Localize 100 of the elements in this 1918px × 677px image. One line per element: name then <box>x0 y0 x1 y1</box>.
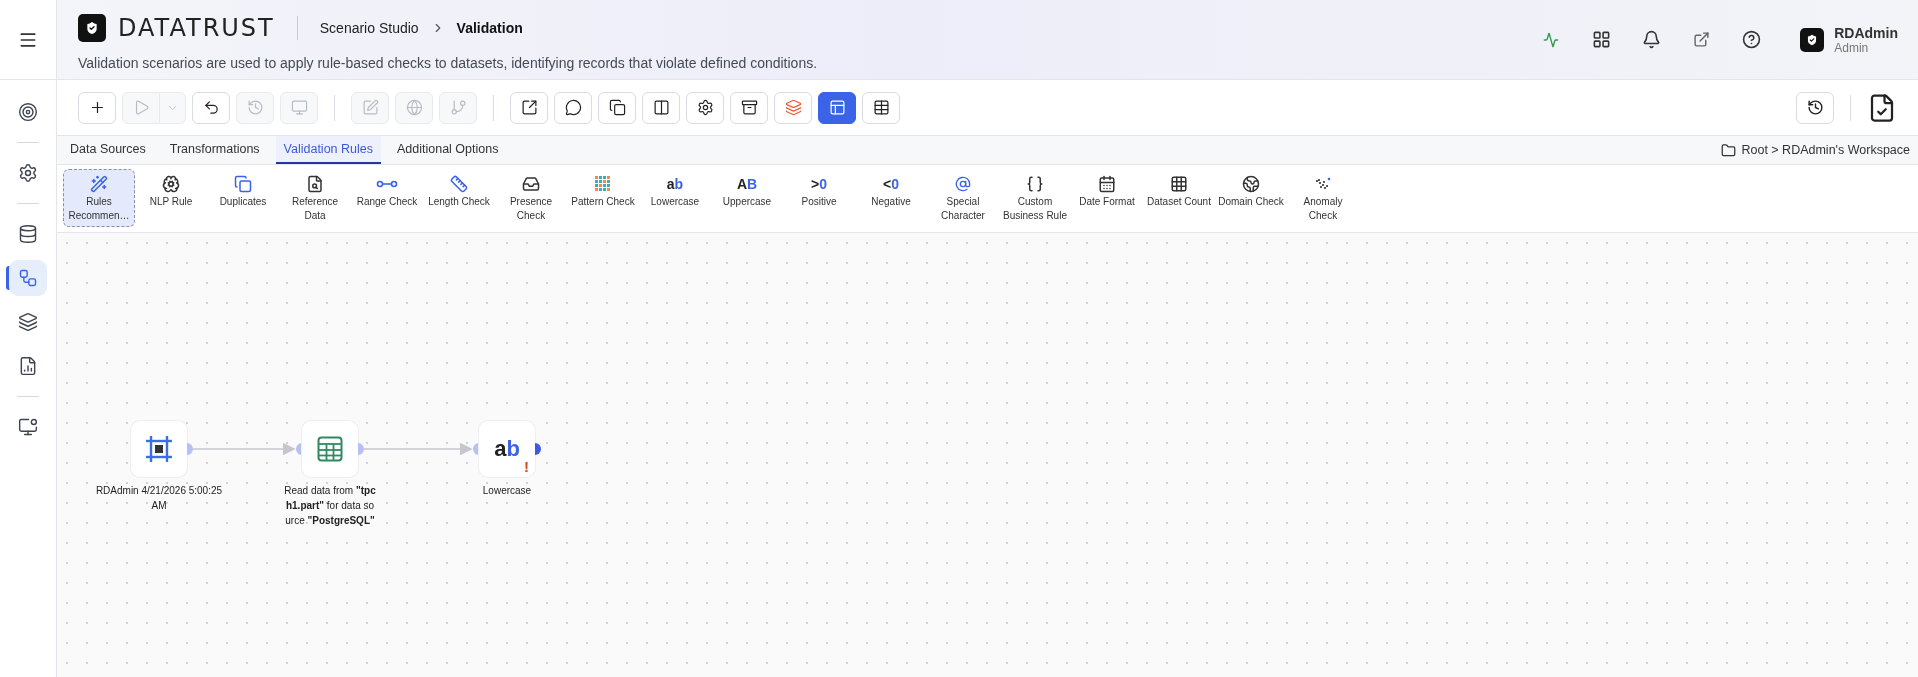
rule-item[interactable]: Pattern Check <box>567 169 639 227</box>
rule-item[interactable]: NLP Rule <box>135 169 207 227</box>
comment-button[interactable] <box>554 91 592 124</box>
archive-button[interactable] <box>730 91 768 124</box>
rule-item[interactable]: Range Check <box>351 169 423 227</box>
monitor-icon <box>290 99 308 116</box>
flow-node[interactable] <box>302 421 358 477</box>
monitor-icon <box>18 417 38 437</box>
flow-node[interactable] <box>131 421 187 477</box>
pencil-icon <box>361 99 379 116</box>
rule-label: Date Format <box>1079 195 1135 209</box>
rule-item[interactable]: Anomaly Check <box>1287 169 1359 227</box>
rule-label: Lowercase <box>650 195 700 209</box>
table-icon <box>872 99 890 116</box>
frame-icon <box>144 434 174 464</box>
flow-node[interactable]: ab ! <box>479 421 535 477</box>
layers-icon <box>784 99 802 116</box>
tab[interactable]: Data Sources <box>62 136 154 164</box>
rule-label: Length Check <box>428 195 490 209</box>
breadcrumb-link[interactable]: Scenario Studio <box>319 19 419 36</box>
rule-item[interactable]: Domain Check <box>1215 169 1287 227</box>
version-history-button[interactable] <box>1796 91 1834 124</box>
tab[interactable]: Transformations <box>161 136 268 164</box>
calendar-icon <box>1098 175 1116 193</box>
open-external-button[interactable] <box>510 91 548 124</box>
glyph-icon: <0 <box>883 175 899 193</box>
at-sign-icon <box>955 175 971 193</box>
breadcrumb-current: Validation <box>456 19 523 36</box>
output-port[interactable] <box>535 443 541 455</box>
rule-label: Presence Check <box>508 195 554 223</box>
branch-icon <box>449 99 467 116</box>
user-role: Admin <box>1834 40 1870 55</box>
copy-icon <box>234 175 252 193</box>
rule-item[interactable]: AB Uppercase <box>711 169 783 227</box>
rule-label: Custom Business Rule <box>1002 195 1068 223</box>
layout-button[interactable] <box>818 91 856 124</box>
rule-item[interactable]: Presence Check <box>495 169 567 227</box>
logo-text: DATATRUST <box>118 13 275 42</box>
rule-label: Pattern Check <box>571 195 635 209</box>
rule-item[interactable]: Date Format <box>1071 169 1143 227</box>
rule-label: Uppercase <box>722 195 772 209</box>
undo-icon <box>202 99 220 116</box>
glyph-icon: ab <box>666 175 684 193</box>
braces-icon <box>1026 175 1044 193</box>
logo-icon <box>78 13 106 42</box>
magic-wand-icon <box>90 175 108 193</box>
speech-bubble-icon <box>564 99 582 116</box>
node-label: RDAdmin 4/21/2026 5:00:25 AM <box>95 484 223 513</box>
settings-button[interactable] <box>686 91 724 124</box>
glyph-icon: >0 <box>811 175 827 193</box>
tab[interactable]: Validation Rules <box>275 136 381 164</box>
rule-label: Domain Check <box>1218 195 1284 209</box>
rule-label: Reference Data <box>290 195 340 223</box>
table-button[interactable] <box>862 91 900 124</box>
layout-icon <box>828 99 846 116</box>
rule-item[interactable]: ab Lowercase <box>639 169 711 227</box>
workflow-icon <box>18 268 38 288</box>
rule-label: Range Check <box>356 195 418 209</box>
rule-label: NLP Rule <box>149 195 193 209</box>
rule-label: Anomaly Check <box>1302 195 1344 223</box>
rule-item[interactable]: Reference Data <box>279 169 351 227</box>
gear-icon <box>18 163 38 183</box>
avatar-icon[interactable] <box>1800 27 1825 52</box>
archive-icon <box>740 99 758 116</box>
rule-item[interactable]: <0 Negative <box>855 169 927 227</box>
rule-label: Duplicates <box>219 195 267 209</box>
rule-label: Rules Recommen… <box>67 195 131 223</box>
rule-item[interactable]: Rules Recommen… <box>63 169 135 227</box>
user-name: RDAdmin <box>1834 24 1898 41</box>
workspace-path[interactable]: Root > RDAdmin's Workspace <box>1741 143 1910 157</box>
rule-item[interactable]: Duplicates <box>207 169 279 227</box>
globe-icon <box>405 99 423 116</box>
sidebar-item[interactable] <box>9 260 47 296</box>
spreadsheet-icon <box>317 436 343 462</box>
brain-gear-icon <box>162 175 180 193</box>
target-icon <box>18 102 38 122</box>
rule-item[interactable]: >0 Positive <box>783 169 855 227</box>
document-search-icon <box>306 175 324 193</box>
rule-item[interactable]: Special Character <box>927 169 999 227</box>
glyph-icon: AB <box>736 175 758 193</box>
rule-item[interactable]: Custom Business Rule <box>999 169 1071 227</box>
gear-icon <box>696 99 714 116</box>
pattern-grid-icon <box>595 175 611 193</box>
columns-button[interactable] <box>642 91 680 124</box>
history-icon <box>1806 99 1824 116</box>
rule-label: Positive <box>801 195 837 209</box>
node-label: Lowercase <box>481 484 533 498</box>
layers-button[interactable] <box>774 91 812 124</box>
rule-item[interactable]: Length Check <box>423 169 495 227</box>
tray-icon <box>522 175 540 193</box>
node-label: Read data from "tpch1.part" for data source "PostgreSQL" <box>284 484 376 528</box>
columns-icon <box>652 99 670 116</box>
tab[interactable]: Additional Options <box>389 136 507 164</box>
rule-label: Dataset Count <box>1147 195 1211 209</box>
external-link-icon <box>520 99 538 116</box>
copy-button[interactable] <box>598 91 636 124</box>
chart-document-icon <box>18 356 38 376</box>
globe-icon <box>1242 175 1260 193</box>
undo-button[interactable] <box>192 91 230 124</box>
rule-item[interactable]: Dataset Count <box>1143 169 1215 227</box>
